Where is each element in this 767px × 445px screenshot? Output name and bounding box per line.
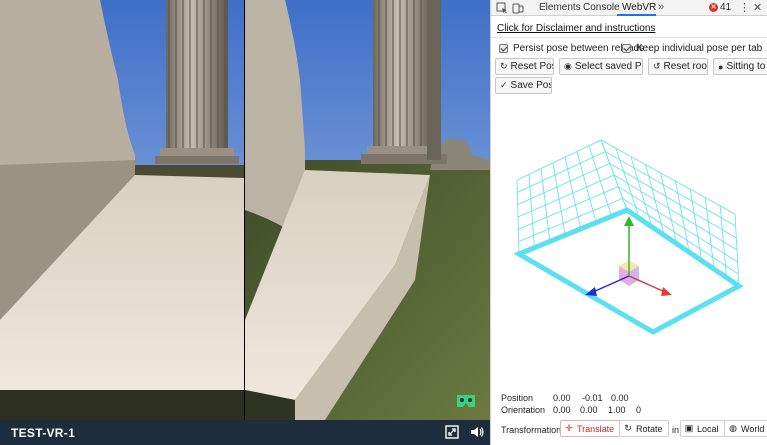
orientation-z: 1.00 — [608, 405, 626, 415]
inspect-element-icon[interactable] — [496, 2, 508, 14]
save-pose-button[interactable]: ✓ Save Pose — [495, 77, 552, 94]
world-button[interactable]: ◍ World — [724, 420, 767, 437]
move-icon: ✛ — [565, 423, 573, 433]
z-axis[interactable] — [592, 275, 630, 293]
left-eye-scene — [0, 0, 244, 420]
vr-scene-title: TEST-VR-1 — [11, 426, 76, 440]
cube-icon: ▣ — [684, 423, 694, 433]
transformation-label: Transformation — [501, 425, 562, 435]
device-toolbar-icon[interactable] — [512, 2, 524, 14]
grid-wall-left-line — [518, 186, 619, 230]
fullscreen-icon[interactable] — [444, 424, 460, 440]
grid-wall-right-line — [600, 139, 736, 215]
orientation-x: 0.00 — [553, 405, 571, 415]
rotate-button[interactable]: ↻ Rotate — [619, 420, 669, 437]
more-tabs-icon[interactable]: » — [658, 1, 664, 13]
globe-icon: ◍ — [729, 423, 737, 433]
translate-button[interactable]: ✛ Translate — [560, 420, 621, 437]
grid-wall-left-line — [517, 174, 615, 218]
check-icon: ✓ — [500, 80, 508, 90]
position-z: 0.00 — [611, 393, 629, 403]
local-button[interactable]: ▣ Local — [680, 420, 725, 437]
divider — [491, 37, 767, 38]
grid-wall-right-line — [618, 186, 738, 263]
devtools-panel: Elements Console WebVR » ✕ 41 ⋮ ✕ Click … — [490, 0, 767, 445]
tab-console[interactable]: Console — [583, 2, 620, 13]
disclaimer-link[interactable]: Click for Disclaimer and instructions — [497, 23, 655, 34]
tab-elements[interactable]: Elements — [539, 2, 581, 13]
position-label: Position — [501, 393, 534, 403]
select-saved-pose-button[interactable]: ◉ Select saved Pose — [559, 58, 643, 75]
cardboard-icon[interactable] — [456, 394, 476, 408]
in-label: in — [672, 425, 680, 435]
y-axis-arrow[interactable] — [624, 216, 634, 226]
grid-wall-left-line — [516, 139, 602, 181]
keep-individual-checkbox[interactable] — [622, 44, 631, 53]
right-eye-scene — [245, 0, 490, 420]
person-icon: ● — [718, 61, 724, 72]
grid-wall-left-line — [517, 162, 610, 206]
orientation-w: 0 — [636, 405, 642, 415]
reset-icon: ↻ — [500, 61, 508, 71]
error-icon[interactable]: ✕ — [709, 3, 718, 12]
error-count[interactable]: 41 — [720, 2, 731, 13]
x-axis-arrow[interactable] — [661, 287, 672, 296]
rotate-icon: ↻ — [624, 423, 632, 433]
volume-icon[interactable] — [469, 424, 485, 440]
reset-room-button[interactable]: ↺ Reset room — [648, 58, 708, 75]
right-eye-view — [245, 0, 490, 420]
reset-pose-button[interactable]: ↻ Reset Pose — [495, 58, 554, 75]
active-tab-indicator — [617, 14, 656, 16]
pose-3d-view[interactable] — [491, 96, 767, 386]
transformation-toolbar: Transformation ✛ Translate ↻ Rotate in ▣… — [491, 418, 767, 440]
devtools-tabbar: Elements Console WebVR » ✕ 41 ⋮ ✕ — [491, 0, 767, 16]
eye-icon: ◉ — [564, 61, 572, 71]
orientation-y: 0.00 — [580, 405, 598, 415]
x-axis[interactable] — [628, 275, 666, 293]
vr-bottom-bar: TEST-VR-1 — [0, 420, 490, 445]
position-y: -0.01 — [582, 393, 603, 403]
vr-viewport[interactable]: TEST-VR-1 — [0, 0, 490, 445]
grid-wall-left-line — [517, 151, 606, 193]
position-x: 0.00 — [553, 393, 571, 403]
keep-individual-label: Keep individual pose per tab — [636, 43, 763, 54]
tab-webvr[interactable]: WebVR — [622, 2, 656, 13]
kebab-menu-icon[interactable]: ⋮ — [739, 1, 750, 14]
keep-individual-option[interactable]: Keep individual pose per tab — [622, 43, 762, 54]
grid-wall-right-line — [622, 197, 739, 275]
persist-pose-checkbox[interactable] — [499, 44, 508, 53]
left-eye-view — [0, 0, 244, 420]
orientation-label: Orientation — [501, 405, 546, 415]
sitting-to-standing-button[interactable]: ● Sitting to sta — [713, 58, 767, 75]
reset-room-icon: ↺ — [653, 61, 661, 71]
close-devtools-icon[interactable]: ✕ — [753, 1, 762, 14]
